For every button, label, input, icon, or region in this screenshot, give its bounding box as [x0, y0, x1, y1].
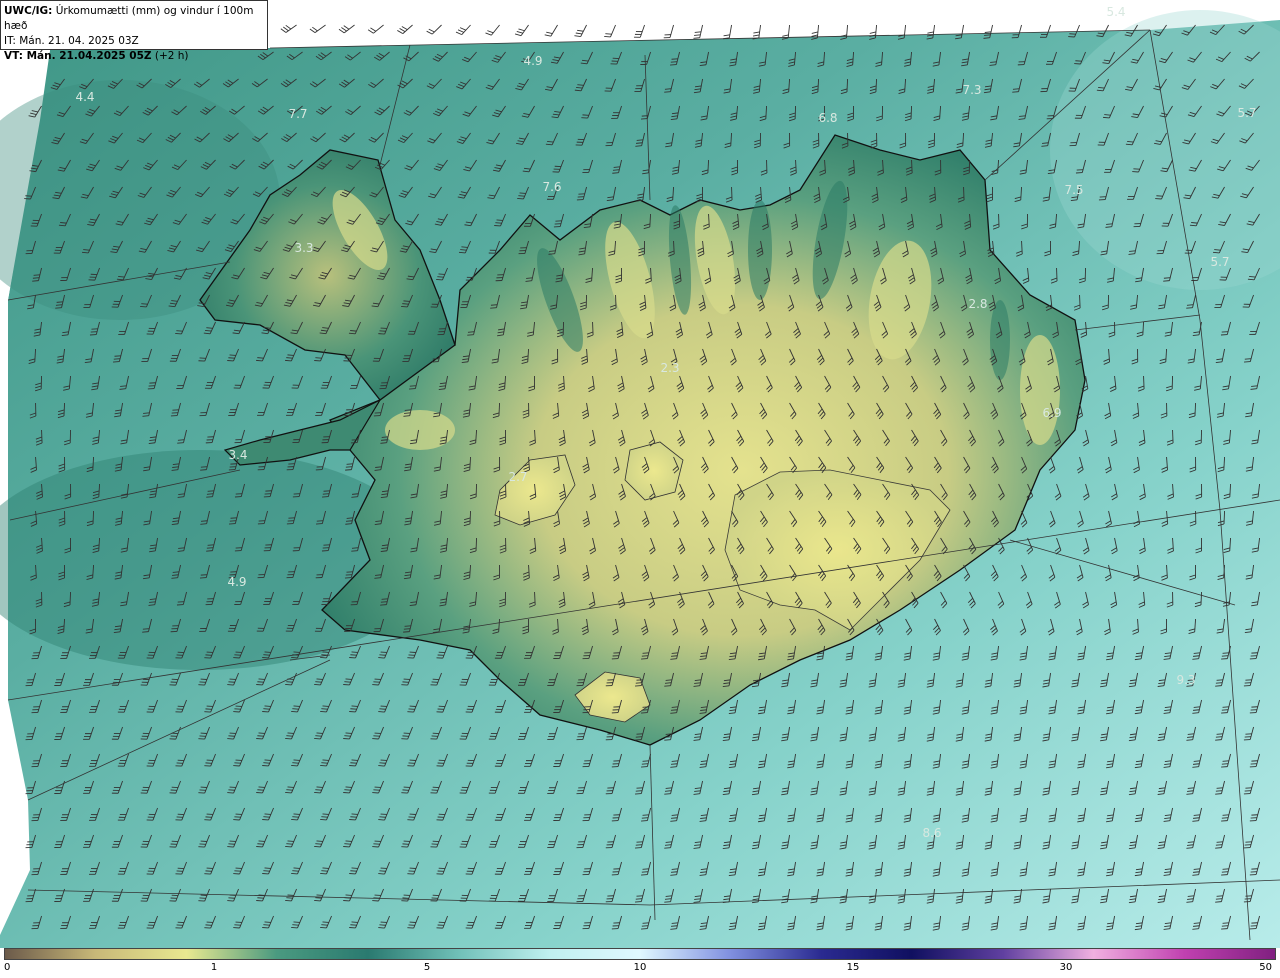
value-label: 5.7	[1237, 106, 1257, 120]
value-label: 7.7	[288, 107, 308, 121]
value-label: 9.3	[1176, 673, 1196, 687]
value-label: 4.9	[227, 575, 247, 589]
value-label: 3.4	[228, 448, 248, 462]
header-init-time: IT: Mán. 21. 04. 2025 03Z	[4, 35, 139, 47]
colorbar-ticks: 0 1 5 10 15 30 50	[0, 962, 1280, 978]
colorbar-tick-label: 0	[4, 962, 11, 973]
colorbar-tick-label: 50	[1259, 962, 1272, 973]
colorbar	[4, 948, 1276, 960]
value-label: 7.5	[1064, 183, 1084, 197]
map-header: UWC/IG: Úrkomumætti (mm) og vindur í 100…	[0, 0, 268, 62]
value-label: 2.3	[660, 361, 680, 375]
value-label: 2.7	[508, 470, 528, 484]
precipitation-map	[0, 0, 1280, 948]
value-label: 5.7	[1210, 255, 1230, 269]
colorbar-tick-label: 5	[423, 962, 431, 973]
value-label: 5.4	[1106, 5, 1126, 19]
value-label: 3.3	[294, 241, 314, 255]
value-label: 7.6	[542, 180, 562, 194]
colorbar-tick-label: 10	[633, 962, 647, 973]
colorbar-tick-label: 30	[1059, 962, 1073, 973]
value-label: 4.9	[523, 54, 543, 68]
header-valid-time: VT: Mán. 21.04.2025 05Z	[4, 50, 152, 62]
colorbar-tick-label: 15	[846, 962, 860, 973]
header-lead-time: (+2 h)	[151, 50, 189, 62]
value-label: 6.8	[818, 111, 838, 125]
value-label: 8.6	[922, 826, 942, 840]
value-label: 4.4	[75, 90, 95, 104]
value-label: 6.9	[1042, 406, 1062, 420]
header-title-prefix: UWC/IG:	[4, 5, 53, 17]
colorbar-tick-label: 1	[210, 962, 218, 973]
map-area	[0, 0, 1280, 948]
value-label: 2.8	[968, 297, 988, 311]
value-label: 7.3	[962, 83, 982, 97]
